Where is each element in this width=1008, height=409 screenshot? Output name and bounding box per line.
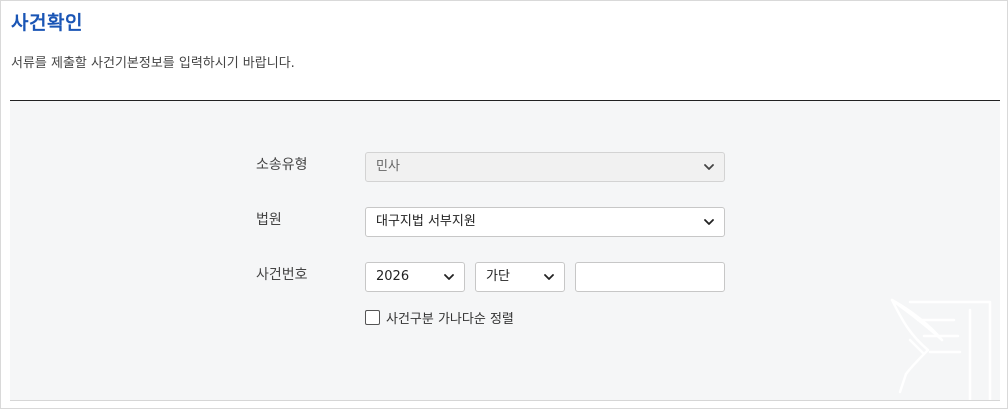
court-value: 대구지법 서부지원 [376, 214, 476, 229]
quill-document-icon [890, 298, 992, 400]
page-description: 서류를 제출할 사건기본정보를 입력하시기 바랍니다. [11, 56, 295, 71]
page-frame: 사건확인 서류를 제출할 사건기본정보를 입력하시기 바랍니다. 소송유형 민사… [0, 0, 1008, 409]
case-type-label: 소송유형 [256, 157, 308, 173]
case-year-value: 2026 [376, 269, 410, 284]
chevron-down-icon [704, 164, 714, 170]
page-title: 사건확인 [11, 12, 83, 34]
case-number-input[interactable] [575, 262, 725, 292]
case-category-value: 가단 [486, 269, 510, 284]
sort-checkbox-label: 사건구분 가나다순 정렬 [386, 311, 514, 327]
case-number-label: 사건번호 [256, 267, 308, 283]
sort-checkbox-row[interactable]: 사건구분 가나다순 정렬 [365, 309, 514, 327]
case-type-value: 민사 [376, 159, 400, 174]
case-form-panel: 소송유형 민사 법원 대구지법 서부지원 사건번호 2026 가단 사건구분 가… [10, 101, 1000, 401]
court-label: 법원 [256, 212, 282, 228]
case-year-select[interactable]: 2026 [365, 262, 465, 292]
case-type-select[interactable]: 민사 [365, 152, 725, 182]
chevron-down-icon [444, 274, 454, 280]
chevron-down-icon [704, 219, 714, 225]
court-select[interactable]: 대구지법 서부지원 [365, 207, 725, 237]
sort-checkbox[interactable] [365, 309, 380, 325]
chevron-down-icon [544, 274, 554, 280]
case-category-select[interactable]: 가단 [475, 262, 565, 292]
